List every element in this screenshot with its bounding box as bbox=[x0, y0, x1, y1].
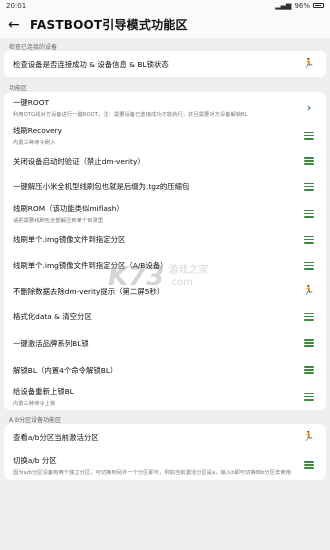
run-icon: 🏃 bbox=[303, 431, 315, 442]
item-label: 格式化data & 清空分区 bbox=[13, 312, 92, 321]
section-ab-label: A B分区设备功能区 bbox=[9, 417, 62, 424]
ab-card: 查看a/b分区当前激活分区 🏃 切换a/b 分区因为a/b分区设备有两个独立分区，可… bbox=[4, 424, 326, 480]
list-item[interactable]: 一键解压小米全机型线刷包也就是后缀为.tgz的压缩包 bbox=[4, 173, 326, 200]
detect-device-row[interactable]: 检查设备是否连接成功 & 设备信息 & BL锁状态 🏃 bbox=[4, 51, 326, 77]
item-subtitle: 利用OTG线对方设备进行一键ROOT，注：需要设备已连接成功才能执行，并且需要对… bbox=[13, 111, 248, 118]
item-label: 线刷单个.img镜像文件到指定分区 bbox=[13, 235, 126, 244]
list-item[interactable]: 线刷单个.img镜像文件到指定分区（A/B设备） bbox=[4, 252, 326, 279]
item-label: 关闭设备启动时验证（禁止dm-verity） bbox=[13, 156, 145, 166]
menu-icon bbox=[304, 209, 314, 218]
list-item[interactable]: 线刷单个.img镜像文件到指定分区 bbox=[4, 227, 326, 252]
list-item[interactable]: 查看a/b分区当前激活分区 🏃 bbox=[4, 424, 326, 450]
item-label: 不删除数据去除dm-verity提示（第二屏5秒） bbox=[13, 287, 165, 296]
item-label: 一键激活品牌系列BL锁 bbox=[13, 338, 89, 348]
app-bar: ← FASTBOOT引导模式功能区 bbox=[0, 11, 330, 38]
menu-icon bbox=[304, 392, 314, 401]
menu-icon bbox=[304, 182, 314, 191]
status-bar: 20:01 ▂▄▆ 96% bbox=[0, 0, 330, 11]
menu-icon bbox=[304, 461, 314, 469]
section-detect-label: 检查已连接的设备 bbox=[9, 44, 58, 51]
list-item[interactable]: 一键ROOT 利用OTG线对方设备进行一键ROOT，注：需要设备已连接成功才能执行… bbox=[4, 92, 326, 122]
status-time: 20:01 bbox=[6, 1, 27, 10]
function-card: 一键ROOT 利用OTG线对方设备进行一键ROOT，注：需要设备已连接成功才能执行… bbox=[4, 92, 326, 410]
menu-icon bbox=[304, 157, 314, 165]
detect-device-label: 检查设备是否连接成功 & 设备信息 & BL锁状态 bbox=[13, 59, 169, 69]
menu-icon bbox=[304, 235, 314, 244]
list-item[interactable]: 解锁BL（内置4个命令解锁BL） bbox=[4, 357, 326, 383]
menu-icon bbox=[304, 131, 314, 140]
item-label: 线刷Recovery bbox=[13, 126, 63, 135]
page-title: FASTBOOT引导模式功能区 bbox=[30, 18, 188, 32]
section-func-label: 功能区 bbox=[9, 85, 28, 92]
item-subtitle: 因为a/b分区设备有两个独立分区，可切换到另外一个分区即可，例如当前激活分区是a… bbox=[13, 469, 291, 476]
item-subtitle: 请把需要线刷包全部解压到某个目录里 bbox=[13, 218, 104, 224]
item-label: 切换a/b 分区 bbox=[13, 455, 57, 465]
list-item[interactable]: 线刷ROM（该功能类似miflash） 请把需要线刷包全部解压到某个目录里 bbox=[4, 200, 326, 227]
run-icon: 🏃 bbox=[303, 286, 315, 296]
item-label: 查看a/b分区当前激活分区 bbox=[13, 432, 99, 442]
menu-icon bbox=[304, 366, 314, 374]
item-label: 解锁BL（内置4个命令解锁BL） bbox=[13, 365, 118, 375]
menu-icon bbox=[304, 339, 314, 347]
menu-icon bbox=[304, 312, 314, 321]
list-item[interactable]: 切换a/b 分区因为a/b分区设备有两个独立分区，可切换到另外一个分区即可，例如… bbox=[4, 450, 326, 480]
battery-text: 96% bbox=[294, 1, 310, 10]
signal-icon: ▂▄▆ bbox=[275, 1, 292, 10]
item-subtitle: 内置三种命令上锁 bbox=[13, 401, 56, 407]
back-arrow-icon[interactable]: ← bbox=[8, 17, 30, 33]
run-icon: 🏃 bbox=[303, 58, 315, 69]
list-item[interactable]: 一键激活品牌系列BL锁 bbox=[4, 329, 326, 357]
list-item[interactable]: 关闭设备启动时验证（禁止dm-verity） bbox=[4, 149, 326, 173]
item-label: 一键ROOT bbox=[13, 97, 50, 107]
list-item[interactable]: 给设备重新上锁BL 内置三种命令上锁 bbox=[4, 383, 326, 410]
chevron-right-icon: › bbox=[306, 100, 312, 114]
item-label: 一键解压小米全机型线刷包也就是后缀为.tgz的压缩包 bbox=[13, 182, 190, 191]
item-subtitle: 内置三种命令刷入 bbox=[13, 140, 56, 146]
list-item[interactable]: 格式化data & 清空分区 bbox=[4, 304, 326, 329]
item-label: 线刷ROM（该功能类似miflash） bbox=[13, 204, 124, 213]
item-label: 给设备重新上锁BL bbox=[13, 387, 74, 396]
item-label: 线刷单个.img镜像文件到指定分区（A/B设备） bbox=[13, 261, 168, 270]
battery-icon bbox=[313, 3, 324, 8]
menu-icon bbox=[304, 261, 314, 270]
detect-card: 检查设备是否连接成功 & 设备信息 & BL锁状态 🏃 bbox=[4, 51, 326, 77]
list-item[interactable]: 不删除数据去除dm-verity提示（第二屏5秒） 🏃 bbox=[4, 279, 326, 304]
list-item[interactable]: 线刷Recovery 内置三种命令刷入 bbox=[4, 122, 326, 149]
